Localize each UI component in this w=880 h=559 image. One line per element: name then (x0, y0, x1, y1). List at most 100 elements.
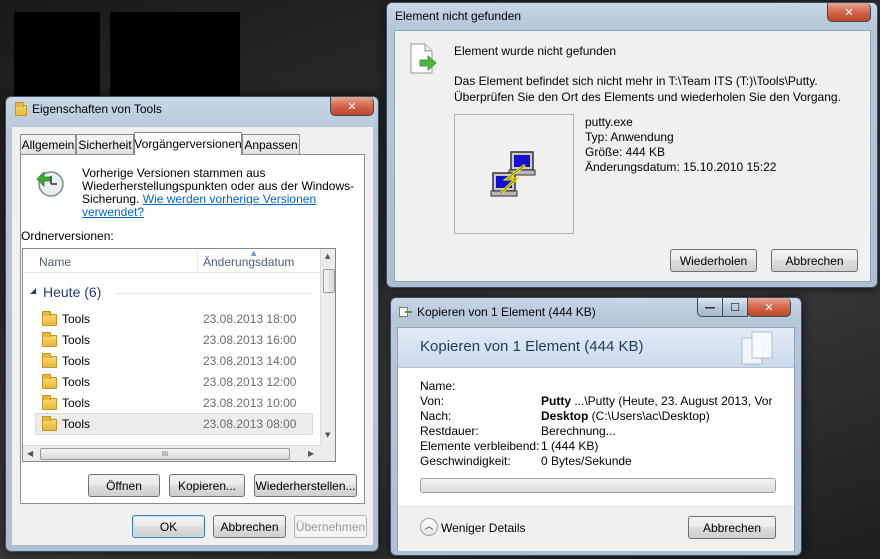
versions-help-link-cont[interactable]: verwendet? (82, 205, 144, 219)
properties-close-button[interactable]: ✕ (330, 97, 374, 116)
copy-progress-bar (420, 478, 776, 493)
list-item[interactable]: Tools 23.08.2013 14:00 (35, 351, 313, 371)
group-expand-icon[interactable]: ◢ (30, 286, 36, 295)
scroll-corner (320, 445, 335, 461)
group-label: Heute (6) (43, 284, 102, 300)
detail-label-speed: Geschwindigkeit: (420, 454, 511, 468)
tab-strip: Allgemein Sicherheit Vorgängerversionen … (20, 132, 365, 156)
list-item-selected[interactable]: Tools 23.08.2013 08:00 (35, 413, 313, 435)
notfound-window-title: Element nicht gefunden (395, 9, 522, 23)
list-item[interactable]: Tools 23.08.2013 12:00 (35, 372, 313, 392)
collapse-details-icon[interactable]: ︿ (420, 518, 438, 536)
tab-vorgaengerversionen[interactable]: Vorgängerversionen (134, 132, 242, 155)
detail-label-items-left: Elemente verbleibend: (420, 439, 540, 453)
detail-value-speed: 0 Bytes/Sekunde (541, 454, 632, 468)
row-name: Tools (62, 375, 91, 389)
hscroll-thumb[interactable]: III (40, 448, 290, 460)
row-date: 23.08.2013 12:00 (203, 375, 297, 389)
row-name: Tools (62, 354, 91, 368)
info-text-line-1: Vorherige Versionen stammen aus (82, 166, 266, 180)
properties-window: Eigenschaften von Tools ✕ Allgemein Sich… (5, 96, 379, 552)
detail-value-remaining-time: Berechnung... (541, 424, 616, 438)
info-text-sicherung: Sicherung. (82, 192, 143, 206)
copy-header-title: Kopieren von 1 Element (444 KB) (420, 338, 644, 355)
column-name[interactable]: Name (39, 255, 71, 269)
detail-label-from: Von: (420, 394, 445, 408)
tab-sicherheit[interactable]: Sicherheit (76, 134, 134, 154)
minimize-button[interactable]: — (697, 298, 723, 317)
ok-button[interactable]: OK (132, 515, 205, 538)
open-button[interactable]: Öffnen (88, 474, 160, 497)
file-size: Größe: 444 KB (585, 145, 666, 159)
notfound-window: Element nicht gefunden ✕ Element wurde n… (386, 2, 878, 288)
row-date: 23.08.2013 08:00 (203, 417, 297, 431)
apply-button[interactable]: Übernehmen (294, 515, 367, 538)
copy-window-title: Kopieren von 1 Element (444 KB) (417, 305, 596, 319)
detail-from-rest: ...\Putty (Heute, 23. August 2013, Vor (571, 394, 773, 408)
file-modified: Änderungsdatum: 15.10.2010 15:22 (585, 160, 777, 174)
list-item[interactable]: Tools 23.08.2013 16:00 (35, 330, 313, 350)
row-name: Tools (62, 333, 91, 347)
scroll-right-icon[interactable]: ▶ (308, 449, 314, 458)
detail-from-bold: Putty (541, 394, 571, 408)
notfound-cancel-button[interactable]: Abbrechen (771, 249, 858, 272)
versions-label: Ordnerversionen: (21, 229, 114, 243)
info-text-line-2: Wiederherstellungspunkten oder aus der W… (82, 179, 355, 193)
notfound-client: Element wurde nicht gefunden Das Element… (394, 30, 871, 282)
detail-to-rest: (C:\Users\ac\Desktop) (588, 409, 710, 423)
copy-header: Kopieren von 1 Element (444 KB) (398, 328, 794, 368)
properties-client: Allgemein Sicherheit Vorgängerversionen … (12, 127, 373, 545)
list-item[interactable]: Tools 23.08.2013 18:00 (35, 309, 313, 329)
detail-value-items-left: 1 (444 KB) (541, 439, 599, 453)
copy-client: Kopieren von 1 Element (444 KB) Name: Vo… (397, 327, 795, 551)
folder-icon (42, 395, 57, 410)
scroll-left-icon[interactable]: ◀ (27, 449, 33, 458)
file-preview (454, 114, 574, 234)
versions-help-link[interactable]: Wie werden vorherige Versionen (143, 192, 316, 206)
row-date: 23.08.2013 10:00 (203, 396, 297, 410)
list-item[interactable]: Tools 23.08.2013 10:00 (35, 393, 313, 413)
copy-button[interactable]: Kopieren... (169, 474, 245, 497)
group-line (115, 293, 311, 294)
desktop-block-1 (14, 12, 100, 96)
column-date[interactable]: Änderungsdatum (203, 255, 294, 269)
folder-icon (42, 374, 57, 389)
folder-icon (42, 332, 57, 347)
notfound-close-button[interactable]: ✕ (827, 3, 871, 22)
copy-title-icon (399, 306, 413, 318)
file-type: Typ: Anwendung (585, 130, 674, 144)
horizontal-scrollbar[interactable]: ◀ III ▶ (23, 445, 321, 461)
retry-button[interactable]: Wiederholen (670, 249, 757, 272)
restore-button[interactable]: Wiederherstellen... (254, 474, 357, 497)
tab-anpassen[interactable]: Anpassen (242, 134, 300, 154)
list-header: Name ▲ Änderungsdatum (23, 249, 321, 273)
maximize-button[interactable]: ☐ (722, 298, 748, 317)
copy-cancel-button[interactable]: Abbrechen (688, 516, 776, 539)
detail-value-from: Putty ...\Putty (Heute, 23. August 2013,… (541, 394, 772, 408)
copy-close-button[interactable]: ✕ (747, 298, 791, 317)
less-details-label[interactable]: Weniger Details (441, 521, 525, 535)
scroll-thumb[interactable] (323, 269, 335, 293)
info-text-line-3: Sicherung. Wie werden vorherige Versione… (82, 192, 316, 206)
notfound-message-line-2: Überprüfen Sie den Ort des Elements und … (454, 90, 841, 104)
restore-clock-icon (35, 168, 65, 198)
copy-footer: ︿ Weniger Details Abbrechen (398, 506, 794, 551)
scroll-up-icon[interactable]: ▲ (325, 252, 330, 260)
copy-window: Kopieren von 1 Element (444 KB) — ☐ ✕ Ko… (390, 297, 802, 556)
folder-icon (42, 353, 57, 368)
row-date: 23.08.2013 18:00 (203, 312, 297, 326)
cancel-button[interactable]: Abbrechen (213, 515, 286, 538)
tab-panel: Vorherige Versionen stammen aus Wiederhe… (20, 154, 365, 504)
copy-header-pages-icon (738, 330, 778, 366)
versions-list[interactable]: Name ▲ Änderungsdatum ◢ Heute (6) Tools … (22, 248, 336, 462)
folder-icon (42, 416, 57, 431)
tab-allgemein[interactable]: Allgemein (20, 134, 76, 154)
detail-label-name: Name: (420, 379, 456, 393)
scroll-down-icon[interactable]: ▼ (325, 431, 330, 439)
vertical-scrollbar[interactable]: ▲ ▼ (320, 249, 335, 445)
row-date: 23.08.2013 16:00 (203, 333, 297, 347)
putty-icon (489, 149, 541, 199)
folder-title-icon (15, 102, 27, 116)
properties-window-title: Eigenschaften von Tools (32, 102, 162, 116)
row-name: Tools (62, 396, 91, 410)
